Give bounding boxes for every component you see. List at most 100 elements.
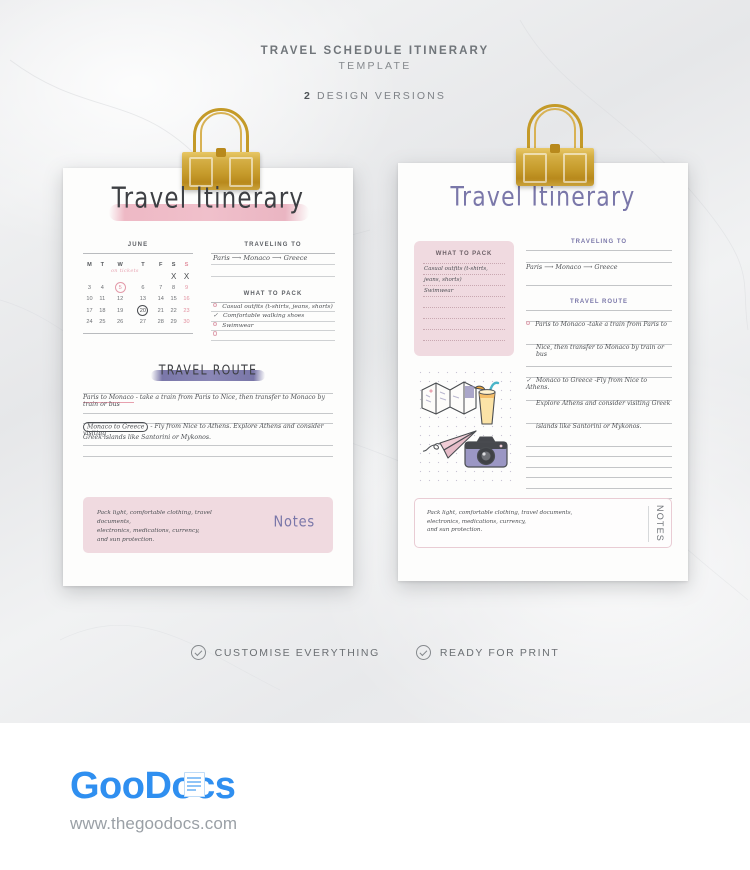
route-rule-top-b — [526, 310, 672, 311]
calendar-day[interactable]: 27 — [132, 317, 155, 329]
checkbox-empty-icon[interactable] — [526, 321, 531, 326]
calendar-day[interactable]: 30 — [180, 317, 193, 329]
pack-line-b[interactable]: Swimwear — [423, 285, 505, 296]
checkbox-checked-icon[interactable]: ✓ — [213, 312, 219, 319]
calendar-day[interactable]: 21 — [154, 305, 167, 317]
checkbox-empty-icon[interactable] — [213, 321, 218, 326]
traveling-to-value-a[interactable]: Paris ⟶ Monaco ⟶ Greece — [211, 254, 335, 264]
feature-print: READY FOR PRINT — [415, 645, 560, 660]
calendar-day[interactable]: 7 — [154, 282, 167, 294]
calendar-block: JUNE on tickets M T W T F S S XX34567891… — [83, 242, 193, 334]
checkbox-empty-icon[interactable] — [213, 302, 218, 307]
calendar-day[interactable]: 29 — [167, 317, 180, 329]
calendar-day-empty — [154, 271, 167, 283]
design-version-a-sheet[interactable]: Travel Itinerary JUNE on tickets M T W T… — [63, 168, 353, 586]
calendar-day-empty — [83, 271, 96, 283]
calendar-mark-x[interactable]: X — [167, 271, 180, 283]
design-a-right-column: TRAVELING TO Paris ⟶ Monaco ⟶ Greece WHA… — [211, 242, 335, 342]
pack-line-b[interactable] — [423, 318, 505, 329]
route-line-text-b: Explore Athens and consider visiting Gre… — [536, 400, 671, 407]
notes-box-a[interactable]: Pack light, comfortable clothing, travel… — [83, 497, 333, 553]
calendar-day[interactable]: 6 — [132, 282, 155, 294]
notes-text-b: Pack light, comfortable clothing, travel… — [427, 509, 587, 535]
calendar-day[interactable]: 12 — [109, 294, 132, 306]
notes-line-1-b: Pack light, comfortable clothing, travel… — [427, 510, 573, 516]
doc-page-icon — [184, 772, 205, 797]
pack-item-row[interactable]: Casual outfits (t-shirts, jeans, shorts) — [211, 302, 335, 312]
calendar-day[interactable]: 15 — [167, 294, 180, 306]
calendar-day[interactable]: 4 — [96, 282, 109, 294]
pack-item-label: Comfortable walking shoes — [223, 313, 305, 320]
checkbox-checked-icon[interactable]: ✓ — [526, 377, 532, 384]
pack-line-b[interactable] — [423, 340, 505, 351]
notes-box-b[interactable]: Pack light, comfortable clothing, travel… — [414, 498, 672, 548]
route-line-b[interactable]: Nice, then transfer to Monaco by train o… — [526, 344, 672, 358]
pack-item-row[interactable]: ✓ Comfortable walking shoes — [211, 312, 335, 321]
travel-route-lines-b[interactable]: Paris to Monaco -take a train from Paris… — [526, 321, 672, 499]
checkbox-empty-icon[interactable] — [213, 331, 218, 336]
what-to-pack-list-a: Casual outfits (t-shirts, jeans, shorts)… — [211, 302, 335, 342]
weekday-fri: F — [159, 261, 163, 268]
notes-label-a: Notes — [273, 513, 315, 532]
calendar-day[interactable]: 3 — [83, 282, 96, 294]
calendar-bottom-rule — [83, 333, 193, 334]
feature-print-label: READY FOR PRINT — [439, 646, 560, 659]
calendar-day[interactable]: 26 — [109, 317, 132, 329]
brand-block[interactable]: GooDocs www.thegoodocs.com — [70, 765, 237, 834]
calendar-day[interactable]: 19 — [109, 305, 132, 317]
pack-item-rule — [211, 340, 335, 342]
calendar-day[interactable]: 13 — [132, 294, 155, 306]
pack-item-row[interactable] — [211, 331, 335, 340]
travel-route-lines-a[interactable]: Paris to Monaco - take a train from Pari… — [83, 393, 333, 457]
route-line-b[interactable]: islands like Santorini or Mykonos. — [526, 423, 672, 436]
check-circle-icon — [190, 645, 206, 660]
design-version-b-sheet[interactable]: Travel Itinerary WHAT TO PACK Casual out… — [398, 163, 688, 581]
route-line-b[interactable]: Paris to Monaco -take a train from Paris… — [526, 321, 672, 334]
calendar-day[interactable]: 25 — [96, 317, 109, 329]
calendar-day[interactable]: 9 — [180, 282, 193, 294]
pack-line-b[interactable] — [423, 296, 505, 307]
route-spacer-rule-b — [526, 366, 672, 367]
calendar-day-circled-dark[interactable]: 20 — [132, 305, 155, 317]
pack-line-b[interactable]: Casual outfits (t-shirts, — [423, 263, 505, 274]
route-line-b[interactable]: Explore Athens and consider visiting Gre… — [526, 400, 672, 413]
calendar-day[interactable]: 8 — [167, 282, 180, 294]
calendar-day[interactable]: 11 — [96, 294, 109, 306]
route-blank-rule-b — [526, 466, 672, 468]
calendar-day[interactable]: 22 — [167, 305, 180, 317]
calendar-day[interactable]: 17 — [83, 305, 96, 317]
pack-item-row[interactable]: Swimwear — [211, 321, 335, 331]
route-line-b[interactable]: ✓ Monaco to Greece -Fly from Nice to Athe… — [526, 377, 672, 391]
calendar-mark-x[interactable]: X — [180, 271, 193, 283]
travel-route-label-b: TRAVEL ROUTE — [569, 299, 629, 305]
calendar-day-circled-pink[interactable]: 5 — [109, 282, 132, 294]
calendar-day[interactable]: 24 — [83, 317, 96, 329]
design-b-right-column: TRAVELING TO Paris ⟶ Monaco ⟶ Greece TRA… — [526, 239, 672, 499]
feature-customise-label: CUSTOMISE EVERYTHING — [214, 646, 380, 659]
calendar-day[interactable]: 28 — [154, 317, 167, 329]
website-url[interactable]: www.thegoodocs.com — [70, 814, 237, 834]
pack-line-b[interactable] — [423, 307, 505, 318]
calendar-day[interactable]: 14 — [154, 294, 167, 306]
notes-line-2-b: electronics, medications, currency, — [427, 518, 526, 525]
calendar-day[interactable]: 16 — [180, 294, 193, 306]
travel-route-label-a: TRAVEL ROUTE — [158, 362, 258, 379]
route-line-text-b: islands like Santorini or Mykonos. — [536, 423, 642, 430]
notes-line-2-a: electronics, medications, currency, — [97, 528, 200, 534]
traveling-to-label-b: TRAVELING TO — [570, 239, 628, 245]
design-a-title: Travel Itinerary — [111, 183, 305, 215]
what-to-pack-card-b[interactable]: WHAT TO PACK Casual outfits (t-shirts, je… — [414, 241, 514, 356]
header-title: TRAVEL SCHEDULE ITINERARY — [260, 45, 490, 57]
pack-line-b[interactable] — [423, 329, 505, 340]
pack-line-b[interactable]: jeans, shorts) — [423, 274, 505, 285]
calendar-day[interactable]: 18 — [96, 305, 109, 317]
traveling-to-value-b[interactable]: Paris ⟶ Monaco ⟶ Greece — [526, 263, 617, 271]
weekday-sun: S — [184, 261, 189, 268]
route-line-text-b: Monaco to Greece -Fly from Nice to Athen… — [526, 377, 648, 391]
versions-line: 2 DESIGN VERSIONS — [0, 90, 750, 102]
calendar-week-row: 24 25 26 27 28 29 30 — [83, 317, 193, 329]
logo-part-1: Goo — [70, 765, 145, 807]
calendar-day[interactable]: 10 — [83, 294, 96, 306]
check-circle-icon — [415, 645, 431, 660]
calendar-day[interactable]: 23 — [180, 305, 193, 317]
